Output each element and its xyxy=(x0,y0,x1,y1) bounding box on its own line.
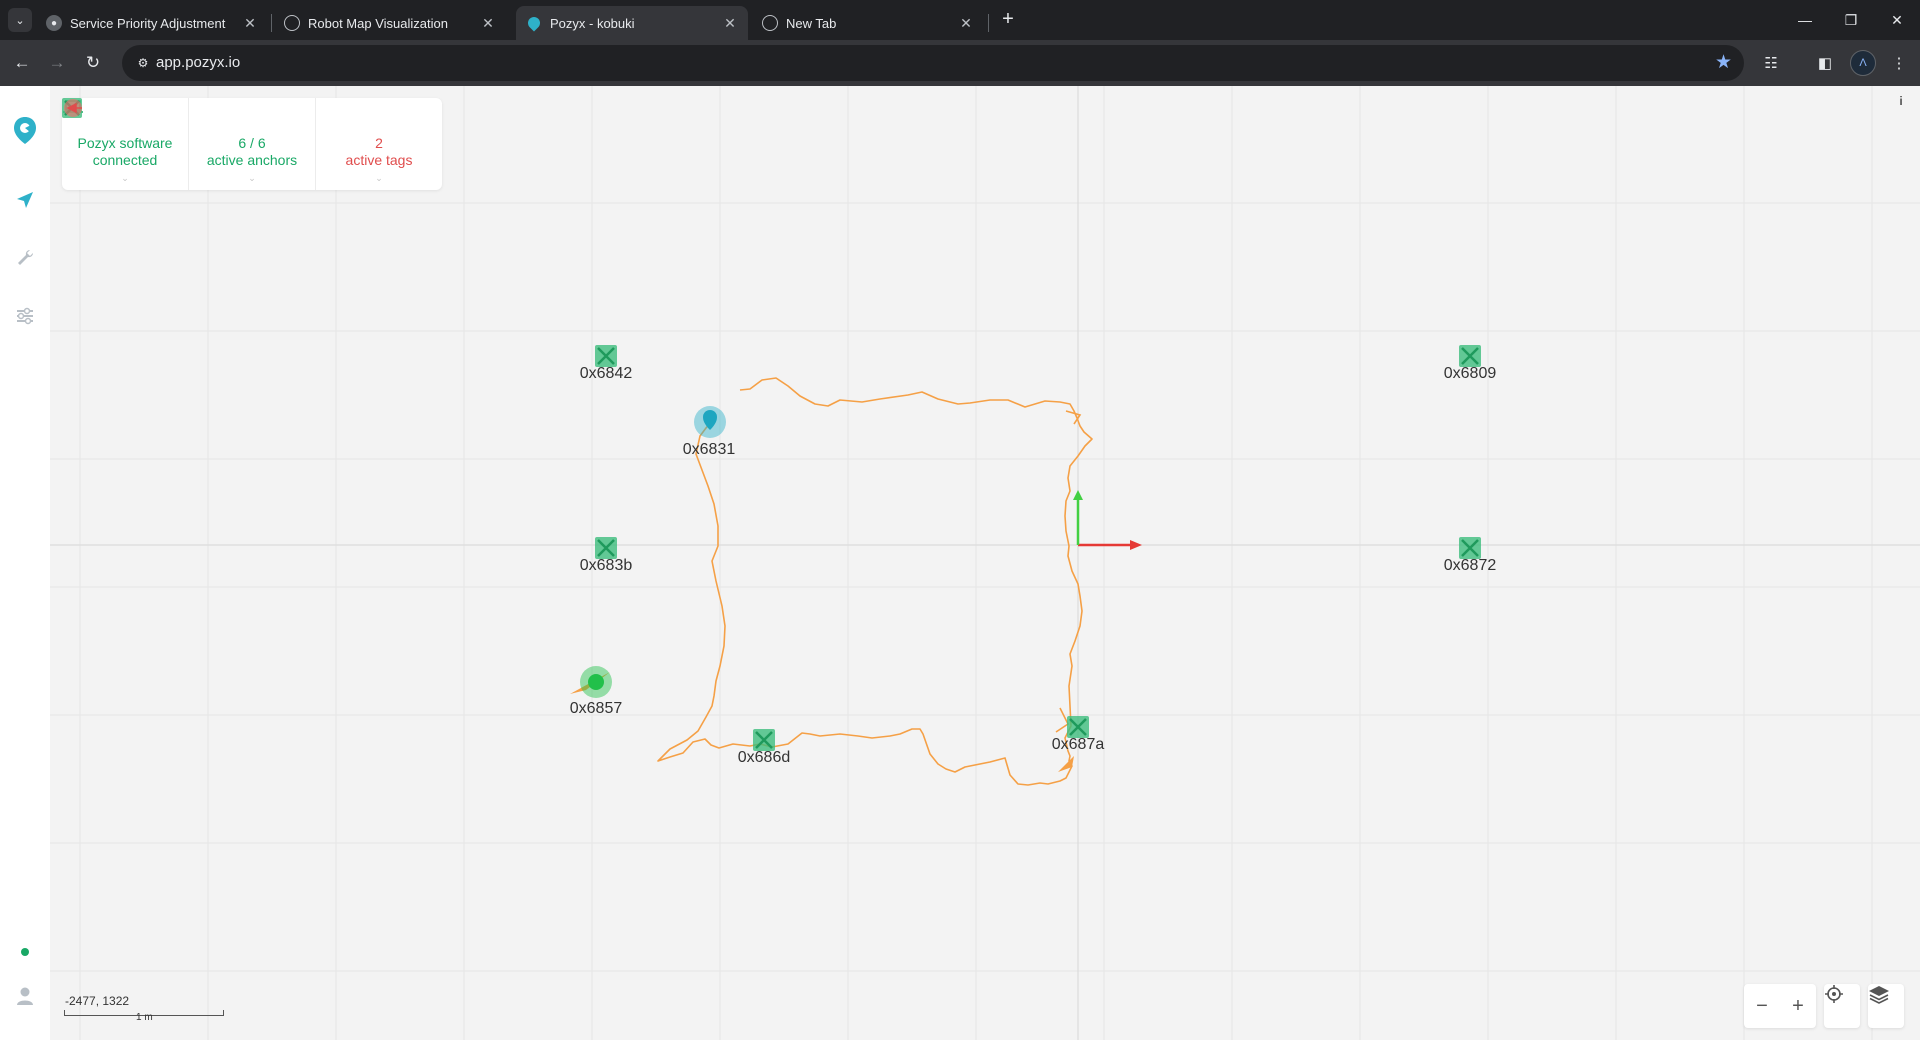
user-account-icon[interactable] xyxy=(11,982,39,1010)
tab-pozyx-kobuki[interactable]: Pozyx - kobuki ✕ xyxy=(516,6,748,40)
site-settings-icon[interactable]: ⚙ xyxy=(134,54,152,72)
trail-spike-icon xyxy=(1058,756,1074,772)
layers-control xyxy=(1868,984,1904,1028)
tab-title: New Tab xyxy=(786,15,837,31)
anchor-marker[interactable]: 0x6842 xyxy=(580,345,633,382)
crosshair-icon[interactable] xyxy=(1824,984,1860,1028)
url-text[interactable]: app.pozyx.io xyxy=(156,54,240,71)
address-bar[interactable]: ⚙ app.pozyx.io ★ xyxy=(122,45,1744,81)
minimize-icon[interactable]: — xyxy=(1782,0,1828,40)
side-panel-icon[interactable]: ◧ xyxy=(1812,50,1838,76)
info-icon[interactable]: i xyxy=(1894,94,1908,108)
tab-title: Service Priority Adjustment xyxy=(70,15,226,31)
forward-arrow-icon[interactable]: → xyxy=(43,49,71,77)
tags-label: active tags xyxy=(345,152,413,168)
wrench-icon[interactable] xyxy=(11,244,39,272)
zoom-controls: − + xyxy=(1744,984,1816,1028)
browser-toolbar: ← → ↻ ⚙ app.pozyx.io ★ ☷ ◧ Λ ⋮ xyxy=(0,40,1920,86)
tag-marker[interactable]: 0x6857 xyxy=(570,666,623,717)
profile-avatar-icon[interactable]: Λ xyxy=(1850,50,1876,76)
zoom-out-button[interactable]: − xyxy=(1744,984,1780,1028)
anchor-marker[interactable]: 0x687a xyxy=(1052,716,1105,753)
connection-status-dot-icon xyxy=(11,938,39,966)
x-axis-arrowhead-icon xyxy=(1130,540,1142,550)
back-arrow-icon[interactable]: ← xyxy=(8,49,36,77)
browser-tab-bar: ⌄ ● Service Priority Adjustment ✕ Robot … xyxy=(0,0,1920,40)
pozyx-favicon-icon xyxy=(525,14,543,32)
more-vertical-icon[interactable]: ⋮ xyxy=(1886,50,1912,76)
anchors-count: 6 / 6 xyxy=(238,135,266,151)
chevron-down-icon[interactable]: ⌄ xyxy=(248,170,256,187)
anchor-label: 0x686d xyxy=(738,749,791,766)
software-status-line2: connected xyxy=(92,152,158,168)
tab-separator xyxy=(988,14,989,32)
globe-icon xyxy=(284,15,300,31)
tab-robot-map[interactable]: Robot Map Visualization ✕ xyxy=(274,6,506,40)
bookmark-star-icon[interactable]: ★ xyxy=(1715,51,1732,74)
tab-title: Robot Map Visualization xyxy=(308,15,448,31)
anchor-marker[interactable]: 0x686d xyxy=(738,729,791,766)
restore-icon[interactable]: ❐ xyxy=(1828,0,1874,40)
tab-service-priority[interactable]: ● Service Priority Adjustment ✕ xyxy=(36,6,268,40)
layers-icon[interactable] xyxy=(1868,984,1904,1028)
software-status-line1: Pozyx software xyxy=(77,135,173,151)
close-icon[interactable]: ✕ xyxy=(958,15,974,31)
tag-marker[interactable]: 0x6831 xyxy=(683,406,736,458)
cursor-coordinates: -2477, 1322 xyxy=(65,994,130,1008)
y-axis-arrowhead-icon xyxy=(1073,490,1083,500)
tags-status[interactable]: 2 active tags ⌄ xyxy=(64,98,442,190)
tag-label: 0x6857 xyxy=(570,700,623,717)
anchor-label: 0x6809 xyxy=(1444,365,1497,382)
extensions-puzzle-icon[interactable]: ☷ xyxy=(1758,50,1784,76)
settings-sliders-icon[interactable] xyxy=(11,302,39,330)
anchors-label: active anchors xyxy=(206,152,298,168)
anchors-status[interactable]: 6 / 6 active anchors ⌄ xyxy=(62,98,316,190)
close-icon[interactable]: ✕ xyxy=(480,15,496,31)
tags-count: 2 xyxy=(375,135,383,151)
zoom-in-button[interactable]: + xyxy=(1780,984,1816,1028)
chevron-down-icon[interactable]: ⌄ xyxy=(121,170,129,187)
reload-icon[interactable]: ↻ xyxy=(79,49,107,77)
tab-separator xyxy=(271,14,272,32)
tab-new-tab[interactable]: New Tab ✕ xyxy=(752,6,984,40)
tag-label: 0x6831 xyxy=(683,441,736,458)
sidebar xyxy=(0,86,50,1040)
pozyx-logo-icon[interactable] xyxy=(11,116,39,144)
scale-label: 1 m xyxy=(136,1012,153,1023)
anchor-label: 0x687a xyxy=(1052,736,1105,753)
pozyx-app: 0x6842 0x6809 0x683b 0x6872 0x686d 0x687… xyxy=(0,86,1920,1040)
chrome-icon xyxy=(762,15,778,31)
positioning-map[interactable]: 0x6842 0x6809 0x683b 0x6872 0x686d 0x687… xyxy=(50,86,1920,1040)
close-icon[interactable]: ✕ xyxy=(242,15,258,31)
tab-title: Pozyx - kobuki xyxy=(550,15,635,31)
tag-trail-path xyxy=(657,377,1093,786)
tab-search-chevron-icon[interactable]: ⌄ xyxy=(8,8,32,32)
map-canvas[interactable]: 0x6842 0x6809 0x683b 0x6872 0x686d 0x687… xyxy=(50,86,1920,1040)
tab-favicon-icon: ● xyxy=(46,15,62,31)
anchor-label: 0x6842 xyxy=(580,365,633,382)
anchor-label: 0x683b xyxy=(580,557,633,574)
window-close-icon[interactable]: ✕ xyxy=(1874,0,1920,40)
close-icon[interactable]: ✕ xyxy=(722,15,738,31)
system-status-card: Pozyx software connected ⌄ 6 / 6 active … xyxy=(62,98,442,190)
recenter-control xyxy=(1824,984,1860,1028)
trail-arrow-icon xyxy=(1055,707,1070,733)
new-tab-plus-icon[interactable]: + xyxy=(996,8,1020,32)
anchor-marker[interactable]: 0x683b xyxy=(580,537,633,574)
navigation-arrow-icon[interactable] xyxy=(11,186,39,214)
map-grid xyxy=(50,86,1920,1040)
chevron-down-icon[interactable]: ⌄ xyxy=(375,170,383,187)
anchor-label: 0x6872 xyxy=(1444,557,1497,574)
